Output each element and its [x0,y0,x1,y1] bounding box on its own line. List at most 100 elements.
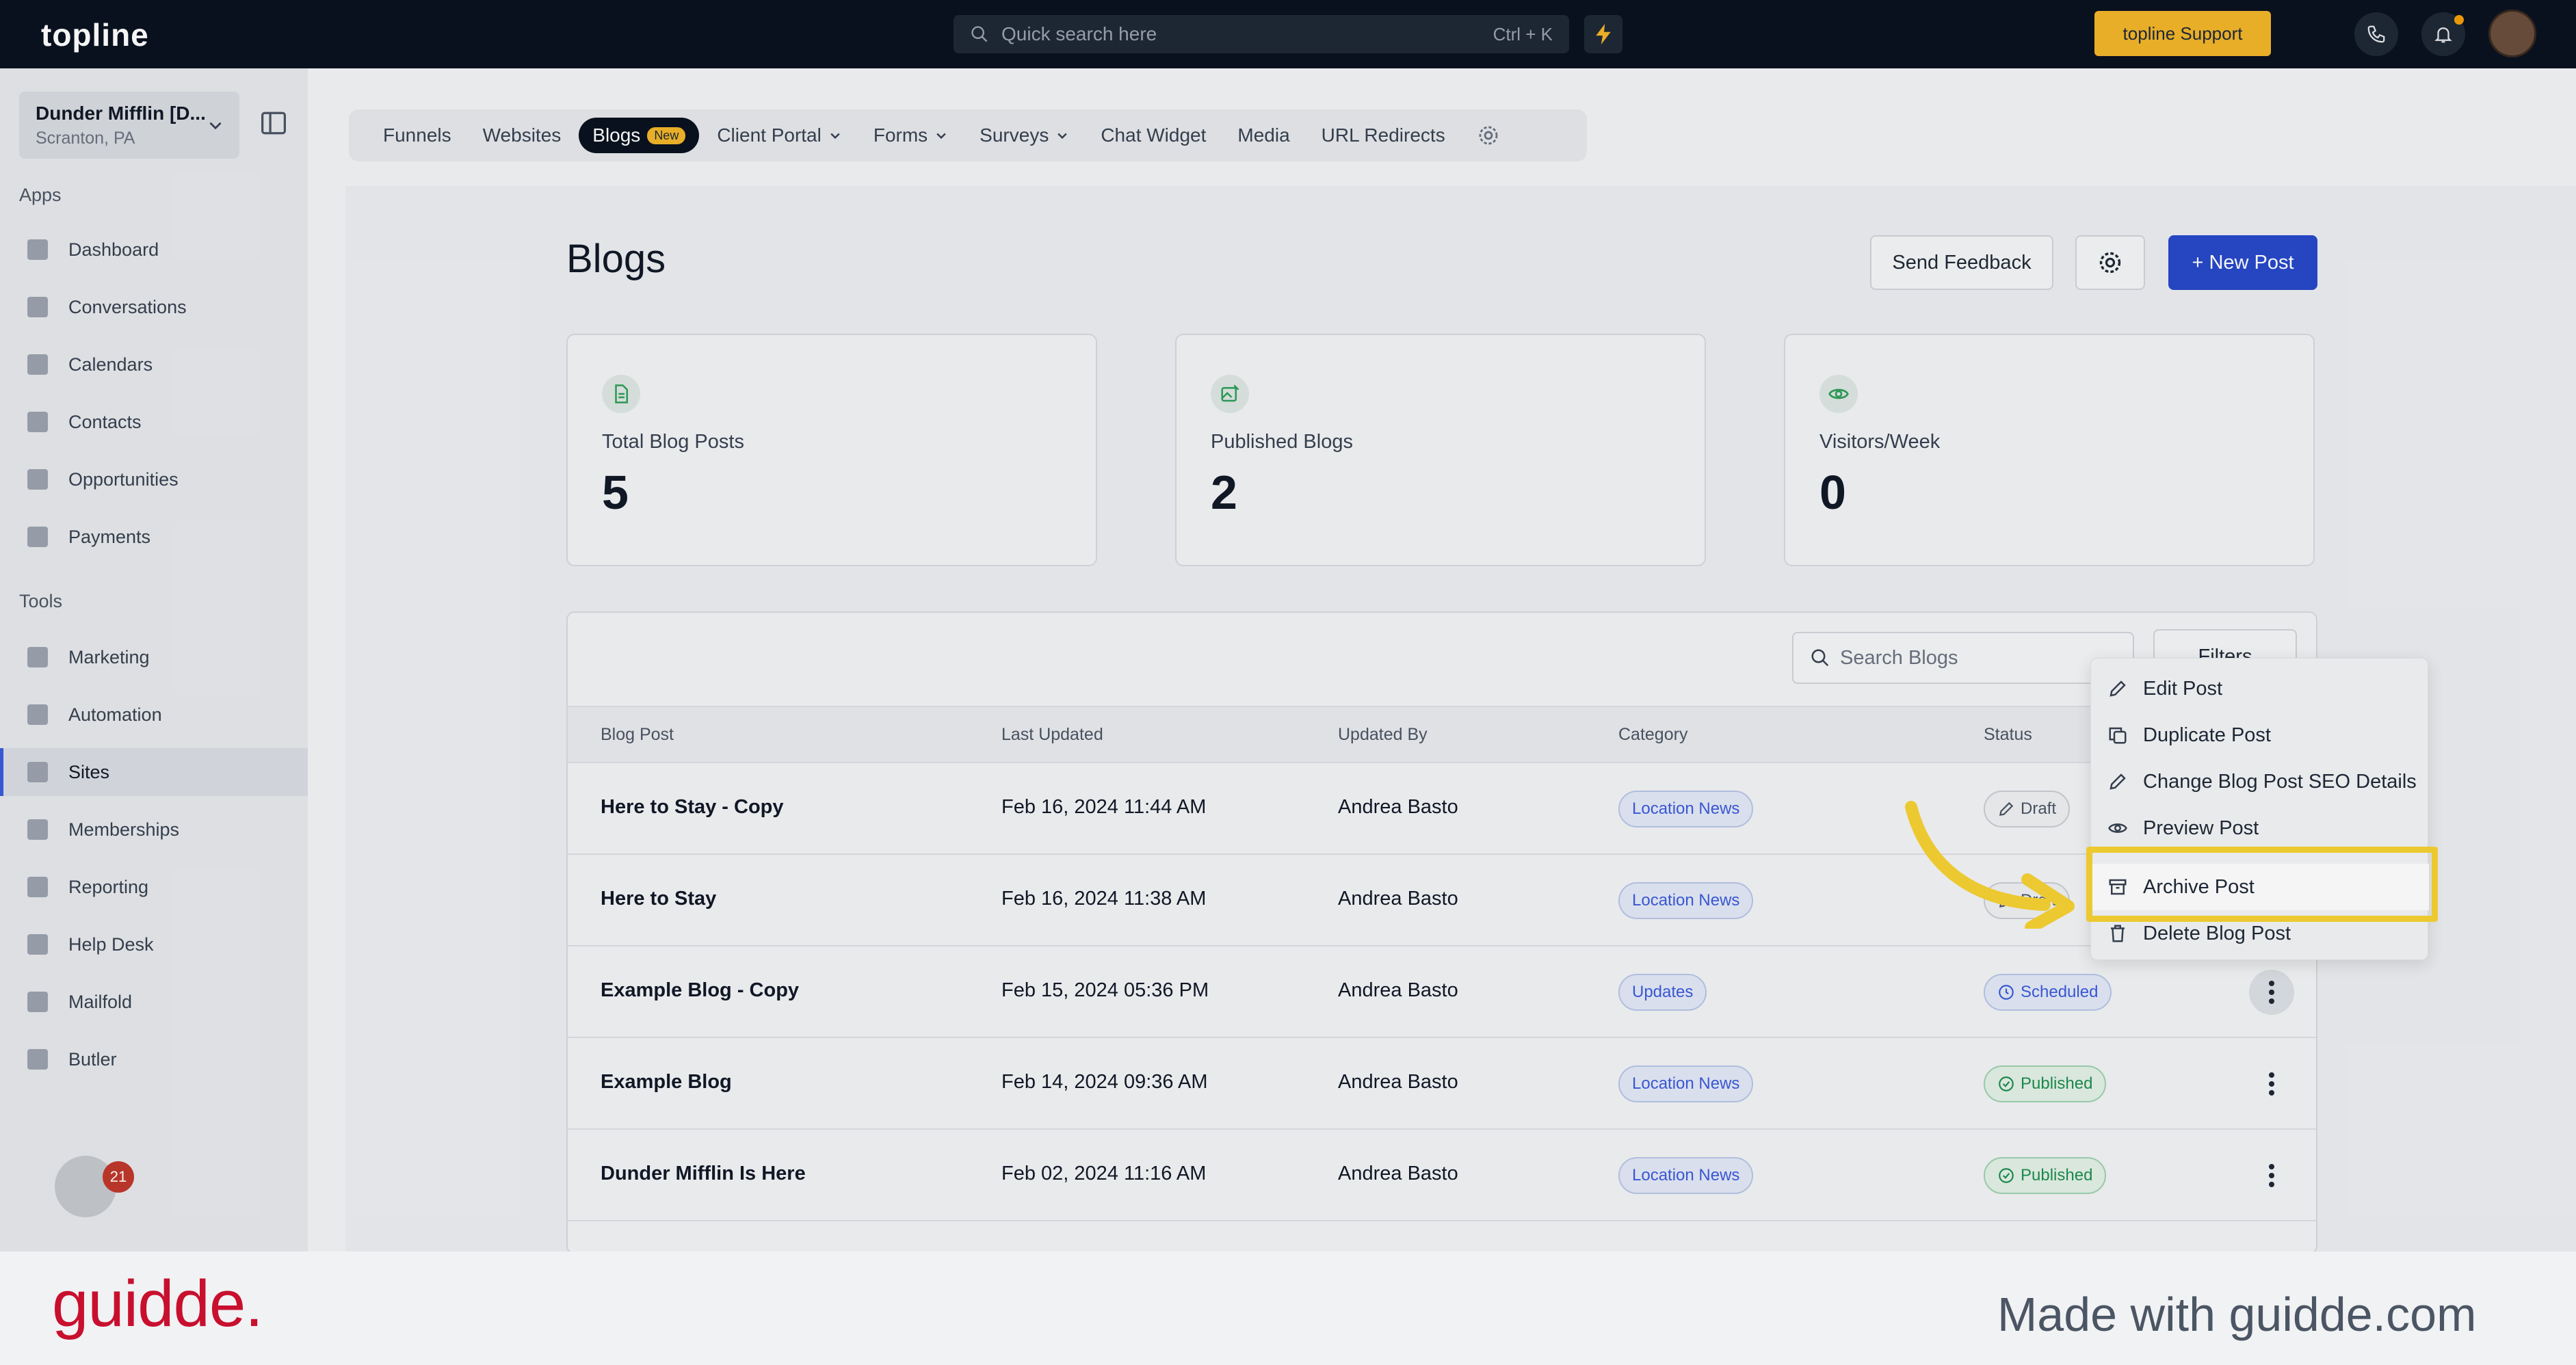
tab-media[interactable]: Media [1224,118,1303,153]
kebab-menu-icon [2269,1164,2274,1187]
last-updated: Feb 16, 2024 11:38 AM [1001,888,1207,910]
user-avatar[interactable] [2488,10,2536,57]
menu-item-label: Change Blog Post SEO Details [2143,770,2417,793]
sidebar-item-calendars[interactable]: Calendars [0,341,308,388]
last-updated: Feb 02, 2024 11:16 AM [1001,1163,1207,1184]
eye-icon [1819,375,1858,413]
table-row[interactable]: Dunder Mifflin Is Here Feb 02, 2024 11:16… [568,1130,2316,1221]
tab-forms[interactable]: Forms [860,118,962,153]
sidebar-item-conversations[interactable]: Conversations [0,283,308,331]
menu-item-preview-post[interactable]: Preview Post [2091,805,2429,851]
tab-blogs[interactable]: Blogs New [579,118,700,153]
row-actions-button[interactable] [2249,1061,2294,1106]
send-feedback-button[interactable]: Send Feedback [1870,235,2053,290]
updated-by: Andrea Basto [1338,979,1458,1001]
quick-search-placeholder: Quick search here [1001,23,1157,44]
stat-value: 2 [1211,466,1237,519]
guidde-footer: guidde. Made with guidde.com [0,1251,2576,1365]
phone-button[interactable] [2354,12,2398,56]
sidebar-item-dashboard[interactable]: Dashboard [0,226,308,274]
search-icon [1811,649,1829,667]
column-header-last-updated[interactable]: Last Updated [1001,725,1103,745]
tab-url-redirects[interactable]: URL Redirects [1308,118,1459,153]
sidebar-item-label: Calendars [68,354,153,375]
tab-client-portal[interactable]: Client Portal [703,118,856,153]
tab-websites[interactable]: Websites [469,118,575,153]
blog-post-title[interactable]: Here to Stay [601,888,716,910]
menu-item-edit-post[interactable]: Edit Post [2091,665,2429,712]
sidebar-item-label: Automation [68,704,162,725]
calendar-icon [27,354,48,375]
gears-icon [27,704,48,725]
top-bar: topline Quick search here Ctrl + K topli… [0,0,2576,68]
quick-search-input[interactable]: Quick search here Ctrl + K [954,15,1569,53]
phone-icon [2367,25,2385,43]
support-button[interactable]: topline Support [2094,11,2271,56]
stat-card-visitors: Visitors/Week 0 [1784,334,2315,566]
blog-post-title[interactable]: Here to Stay - Copy [601,796,784,819]
blog-post-title[interactable]: Dunder Mifflin Is Here [601,1163,806,1185]
tab-funnels[interactable]: Funnels [369,118,465,153]
sidebar-item-marketing[interactable]: Marketing [0,633,308,681]
sidebar-item-memberships[interactable]: Memberships [0,806,308,853]
blog-post-title[interactable]: Example Blog - Copy [601,979,799,1002]
sidebar-item-reporting[interactable]: Reporting [0,863,308,911]
search-blogs-input[interactable]: Search Blogs [1792,632,2134,684]
megaphone-icon [27,647,48,667]
updated-by: Andrea Basto [1338,888,1458,910]
collapse-sidebar-icon[interactable] [260,111,287,135]
notification-dot [2454,15,2464,25]
page-title: Blogs [566,237,666,281]
account-switcher[interactable]: Dunder Mifflin [D... Scranton, PA [19,92,239,159]
table-row[interactable]: Example Blog - Copy Feb 15, 2024 05:36 PM… [568,946,2316,1038]
sidebar-item-sites[interactable]: Sites [0,748,308,796]
sidebar-item-mailfold[interactable]: Mailfold [0,978,308,1026]
blog-post-title[interactable]: Example Blog [601,1071,732,1094]
sidebar-item-label: Mailfold [68,991,133,1012]
category-badge: Location News [1618,1065,1754,1102]
app-window: topline Quick search here Ctrl + K topli… [0,0,2576,1251]
tab-chat-widget[interactable]: Chat Widget [1087,118,1220,153]
column-header-status[interactable]: Status [1984,725,2032,745]
search-blogs-placeholder: Search Blogs [1840,646,1958,669]
new-post-button[interactable]: + New Post [2168,235,2317,290]
stat-label: Total Blog Posts [602,431,744,453]
sidebar-item-contacts[interactable]: Contacts [0,398,308,446]
sidebar-item-payments[interactable]: Payments [0,513,308,561]
sidebar-item-label: Dashboard [68,239,159,260]
sidebar-item-help-desk[interactable]: Help Desk [0,920,308,968]
chevron-down-icon [209,122,222,130]
sidebar-item-label: Memberships [68,819,180,840]
app-logo[interactable]: topline [41,16,149,53]
bell-icon [2434,27,2452,43]
menu-item-duplicate-post[interactable]: Duplicate Post [2091,712,2429,758]
search-icon [971,26,988,42]
pencil-icon [2110,680,2126,697]
column-header-category[interactable]: Category [1618,725,1687,745]
lightning-button[interactable] [1584,15,1622,53]
sidebar-item-butler[interactable]: Butler [0,1035,308,1083]
copy-icon [2109,727,2127,744]
chevron-down-icon [936,133,946,140]
sidebar-item-label: Reporting [68,876,149,897]
menu-item-change-blog-post-seo-details[interactable]: Change Blog Post SEO Details [2091,758,2429,805]
sidebar-item-automation[interactable]: Automation [0,691,308,739]
check-circle-icon [1999,1168,2014,1183]
settings-gear-icon[interactable] [1477,124,1500,147]
stat-label: Visitors/Week [1819,431,1941,453]
column-header-updated-by[interactable]: Updated By [1338,725,1428,745]
pencil-icon [2110,773,2126,790]
row-actions-button[interactable] [2249,1153,2294,1198]
blog-settings-button[interactable] [2075,235,2145,290]
sidebar: Dunder Mifflin [D... Scranton, PA Apps D… [0,68,308,1251]
last-updated: Feb 16, 2024 11:44 AM [1001,796,1207,818]
sites-subnav: Funnels Websites Blogs New Client Portal… [349,109,1587,161]
table-row[interactable]: Example Blog Feb 14, 2024 09:36 AM Andrea … [568,1038,2316,1130]
users-icon [27,819,48,840]
sidebar-item-opportunities[interactable]: Opportunities [0,455,308,503]
row-actions-button[interactable] [2249,970,2294,1015]
tab-surveys[interactable]: Surveys [966,118,1083,153]
help-widget-badge: 21 [103,1161,134,1193]
pointer-arrow-icon [1905,801,2075,929]
column-header-blog-post[interactable]: Blog Post [601,725,674,745]
